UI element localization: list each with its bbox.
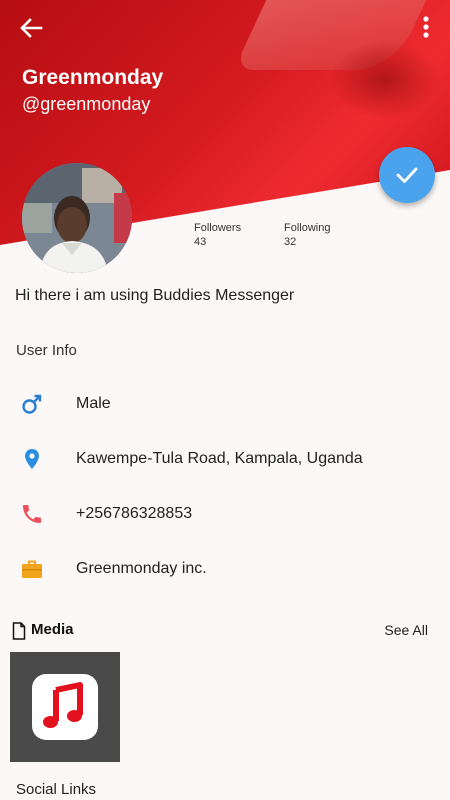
avatar[interactable] bbox=[22, 163, 132, 273]
followers-label: Followers bbox=[194, 222, 242, 234]
info-row-location: Kawempe-Tula Road, Kampala, Uganda bbox=[0, 439, 450, 479]
music-note-icon bbox=[32, 674, 98, 740]
male-icon bbox=[22, 394, 42, 414]
user-info-title: User Info bbox=[16, 342, 77, 359]
arrow-back-icon bbox=[20, 18, 43, 38]
profile-name: Greenmonday bbox=[22, 66, 164, 89]
following-label: Following bbox=[284, 222, 331, 234]
back-button[interactable] bbox=[16, 14, 46, 42]
check-icon bbox=[396, 167, 418, 183]
location-pin-icon bbox=[25, 449, 39, 469]
followers-count[interactable]: 43 bbox=[194, 236, 206, 248]
more-options-button[interactable] bbox=[412, 12, 440, 42]
more-vert-icon bbox=[423, 16, 429, 38]
phone-text[interactable]: +256786328853 bbox=[76, 505, 192, 523]
media-item[interactable] bbox=[10, 652, 120, 762]
following-count[interactable]: 32 bbox=[284, 236, 296, 248]
avatar-photo bbox=[22, 163, 132, 273]
profile-username: @greenmonday bbox=[22, 94, 151, 114]
media-header: Media See All bbox=[12, 620, 442, 642]
social-links-title: Social Links bbox=[16, 781, 97, 798]
info-row-gender: Male bbox=[0, 384, 450, 424]
follow-check-button[interactable] bbox=[379, 147, 435, 203]
work-text: Greenmonday inc. bbox=[76, 560, 207, 577]
info-row-work: Greenmonday inc. bbox=[0, 549, 450, 589]
file-icon bbox=[12, 622, 26, 640]
location-text: Kawempe-Tula Road, Kampala, Uganda bbox=[76, 450, 363, 467]
info-row-phone[interactable]: +256786328853 bbox=[0, 494, 450, 534]
briefcase-icon bbox=[22, 560, 42, 578]
media-title: Media bbox=[31, 621, 74, 638]
see-all-link[interactable]: See All bbox=[384, 622, 428, 638]
gender-text: Male bbox=[76, 395, 111, 412]
phone-icon bbox=[23, 505, 41, 523]
bio-text: Hi there i am using Buddies Messenger bbox=[15, 287, 295, 304]
